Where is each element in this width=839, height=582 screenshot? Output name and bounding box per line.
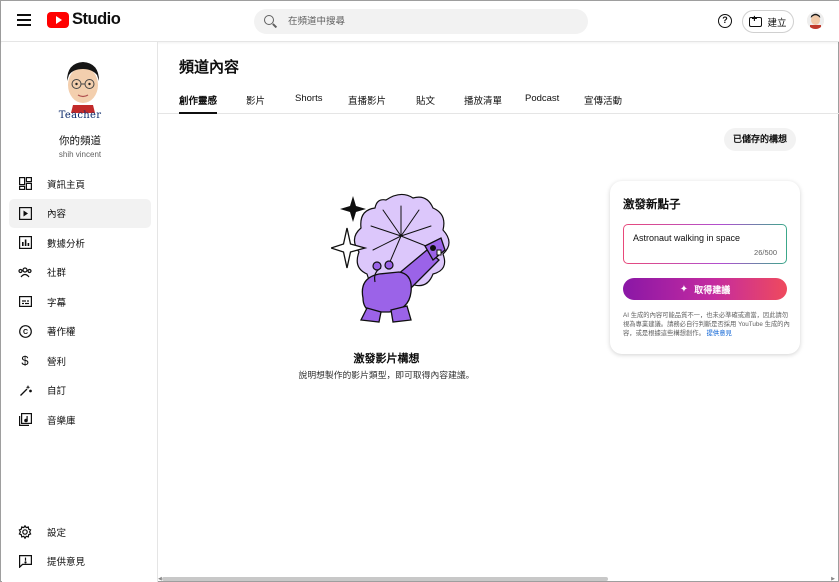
subtitles-icon (18, 295, 32, 309)
tab-posts[interactable]: 貼文 (416, 93, 435, 114)
content-icon (18, 206, 32, 220)
analytics-icon (18, 236, 32, 250)
channel-handle: shih vincent (58, 150, 102, 159)
search-icon[interactable] (264, 14, 278, 29)
menu-icon[interactable] (17, 14, 31, 26)
sidebar-item-label: 音樂庫 (47, 415, 76, 427)
earn-icon: $ (21, 353, 29, 369)
sidebar-item-audio-library[interactable]: 音樂庫 (9, 405, 151, 435)
idea-input-text[interactable]: Astronaut walking in space (633, 233, 740, 243)
sidebar-item-label: 自訂 (47, 386, 67, 398)
sidebar-item-copyright[interactable]: C 著作權 (9, 317, 151, 347)
sidebar-item-label: 資訊主頁 (47, 179, 86, 191)
sidebar: Teacher 你的頻道 shih vincent 資訊主頁 內容 數據分析 社… (2, 42, 158, 582)
avatar-caption: Teacher (58, 110, 102, 121)
studio-logo[interactable]: Studio (47, 10, 121, 29)
settings-icon (18, 524, 32, 539)
community-icon (18, 265, 32, 279)
idea-generator-card: 激發新點子 Astronaut walking in space 26/500 … (610, 181, 800, 354)
tab-podcast[interactable]: Podcast (525, 93, 559, 114)
svg-text:C: C (22, 329, 27, 336)
sidebar-item-content[interactable]: 內容 (9, 198, 151, 228)
inspiration-illustration (328, 188, 461, 333)
sidebar-item-community[interactable]: 社群 (9, 258, 151, 288)
app-window: Studio ? 建立 (0, 0, 839, 582)
channel-name: 你的頻道 (59, 135, 101, 147)
ai-disclaimer: AI 生成的內容可能品質不一，也未必準確或適當，因此請勿視為專業建議。請務必自行… (623, 311, 791, 338)
audio-library-icon (18, 413, 32, 427)
sidebar-item-feedback[interactable]: 提供意見 (9, 547, 151, 577)
sparkle-icon: ✦ (679, 283, 689, 295)
sidebar-item-label: 提供意見 (47, 557, 86, 569)
youtube-play-icon (47, 11, 69, 28)
char-counter: 26/500 (754, 248, 777, 257)
empty-state-title: 激發影片構想 (353, 353, 420, 365)
sidebar-item-label: 社群 (47, 268, 67, 280)
sidebar-item-label: 內容 (47, 209, 67, 221)
get-suggestions-label: 取得建議 (694, 284, 731, 295)
tab-inspiration[interactable]: 創作靈感 (179, 93, 218, 114)
tab-videos[interactable]: 影片 (246, 93, 265, 114)
sidebar-item-earn[interactable]: $ 營利 (9, 346, 151, 376)
help-icon[interactable]: ? (718, 14, 732, 28)
horizontal-scrollbar[interactable]: ◀ ▶ (158, 576, 839, 582)
create-video-icon (749, 14, 763, 27)
tab-shorts[interactable]: Shorts (295, 93, 322, 114)
account-avatar[interactable] (807, 12, 824, 29)
customization-icon (18, 383, 32, 397)
top-bar: Studio ? 建立 (1, 1, 839, 42)
sidebar-item-label: 字幕 (47, 297, 67, 309)
sidebar-item-label: 著作權 (47, 327, 76, 339)
saved-ideas-button[interactable]: 已儲存的構想 (724, 128, 796, 151)
feedback-icon (18, 554, 32, 568)
channel-avatar[interactable] (57, 55, 109, 117)
search-bar[interactable] (254, 9, 588, 34)
content-tabs: 創作靈感 影片 Shorts 直播影片 貼文 播放清單 Podcast 宣傳活動 (158, 88, 839, 114)
scrollbar-thumb[interactable] (162, 577, 608, 581)
tab-promotions[interactable]: 宣傳活動 (584, 93, 622, 114)
sidebar-nav: 資訊主頁 內容 數據分析 社群 字幕 C 著作權 $ 營利 自訂 音樂庫 (9, 169, 151, 435)
sidebar-item-label: 營利 (47, 356, 67, 368)
empty-state-subtitle: 說明想製作的影片類型，即可取得內容建議。 (298, 370, 475, 380)
sidebar-item-label: 數據分析 (47, 238, 86, 250)
sidebar-item-settings[interactable]: 設定 (9, 517, 151, 547)
sidebar-item-label: 設定 (47, 527, 67, 539)
create-label: 建立 (767, 17, 787, 29)
create-button[interactable]: 建立 (742, 10, 794, 33)
card-title: 激發新點子 (623, 199, 681, 211)
search-input[interactable] (288, 16, 568, 27)
page-title: 頻道內容 (179, 59, 240, 76)
tab-playlists[interactable]: 播放清單 (464, 93, 502, 114)
copyright-icon: C (18, 324, 32, 338)
get-suggestions-button[interactable]: ✦ 取得建議 (623, 278, 787, 300)
sidebar-item-customization[interactable]: 自訂 (9, 376, 151, 406)
idea-input-box[interactable]: Astronaut walking in space 26/500 (623, 224, 787, 264)
dashboard-icon (18, 177, 32, 191)
tab-live[interactable]: 直播影片 (348, 93, 386, 114)
main-content: 頻道內容 創作靈感 影片 Shorts 直播影片 貼文 播放清單 Podcast… (158, 42, 839, 582)
sidebar-item-subtitles[interactable]: 字幕 (9, 287, 151, 317)
logo-text: Studio (72, 10, 121, 28)
sidebar-item-dashboard[interactable]: 資訊主頁 (9, 169, 151, 199)
scroll-right-icon[interactable]: ▶ (831, 576, 835, 582)
feedback-link[interactable]: 提供意見 (707, 330, 732, 337)
sidebar-bottom-nav: 設定 提供意見 (9, 517, 151, 576)
sidebar-item-analytics[interactable]: 數據分析 (9, 228, 151, 258)
